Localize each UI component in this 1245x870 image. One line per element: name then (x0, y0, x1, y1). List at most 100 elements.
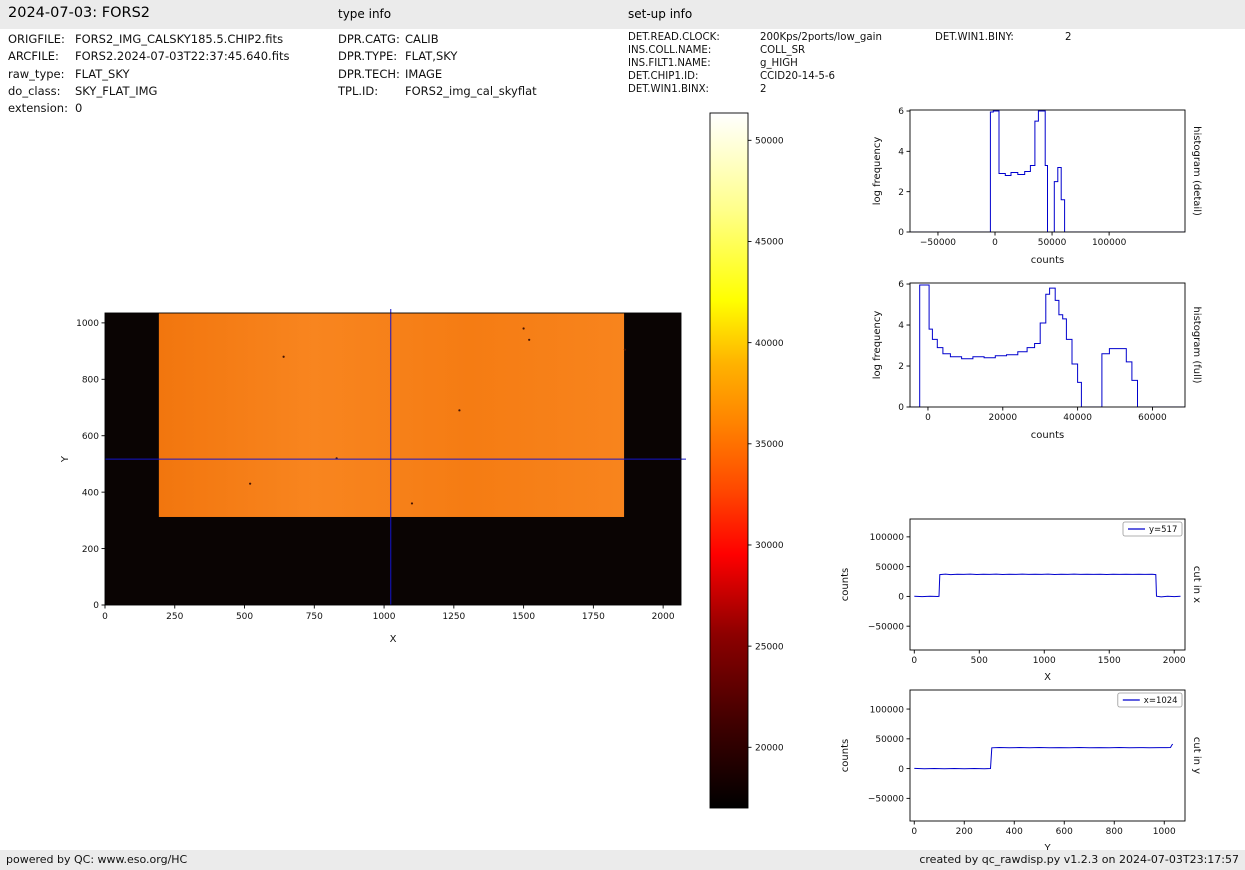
footer-right-text: created by qc_rawdisp.py v1.2.3 on 2024-… (919, 853, 1239, 866)
filt-name-label: INS.FILT1.NAME: (628, 57, 711, 69)
plot-text: cut in y (1191, 737, 1202, 774)
coll-name-row: INS.COLL.NAME: COLL_SR (628, 45, 882, 58)
doclass-value: SKY_FLAT_IMG (75, 83, 158, 98)
read-clock-label: DET.READ.CLOCK: (628, 32, 720, 43)
plot-text: 1000 (1033, 656, 1056, 666)
dpr-tech-value: IMAGE (405, 66, 443, 81)
plot-text: 25000 (755, 642, 784, 652)
type-info-block: DPR.CATG: CALIB DPR.TYPE: FLAT,SKY DPR.TEC… (338, 31, 537, 100)
type-info-heading: type info (338, 7, 392, 21)
plot-text: 30000 (755, 541, 784, 551)
histogram-full-plot: 0 20000 40000 60000 0 2 4 6 counts log frequency h… (872, 280, 1202, 441)
plot-text: −50000 (920, 238, 956, 248)
chip-id-label: DET.CHIP1.ID: (628, 70, 699, 82)
plot-text: histogram (detail) (1191, 126, 1202, 216)
plot-text: 600 (1056, 827, 1073, 837)
rawtype-label: raw_type: (8, 66, 65, 81)
page-title: 2024-07-03: FORS2 (8, 5, 151, 21)
read-clock-value: 200Kps/2ports/low_gain (760, 32, 882, 43)
plot-text: 1500 (512, 612, 535, 622)
plot-text: −50000 (868, 622, 904, 632)
colorbar: 20000 25000 30000 35000 40000 45000 50000 (709, 112, 784, 809)
plot-text: 4 (898, 148, 904, 158)
plot-text: 1750 (582, 612, 605, 622)
plot-text: 800 (82, 375, 99, 385)
biny-row: DET.WIN1.BINY: 2 (935, 32, 1071, 45)
dpr-catg-row: DPR.CATG: CALIB (338, 31, 537, 48)
plot-text: counts (840, 568, 851, 601)
plot-text: log frequency (872, 137, 883, 206)
plot-text: 100000 (870, 533, 905, 543)
plot-text: 0 (898, 765, 904, 775)
dpr-type-label: DPR.TYPE: (338, 49, 398, 64)
dpr-catg-value: CALIB (405, 32, 439, 46)
plot-text: 100000 (1092, 238, 1127, 248)
axes-frame (909, 518, 1186, 651)
binx-row: DET.WIN1.BINX: 2 (628, 84, 882, 97)
origfile-label: ORIGFILE: (8, 32, 65, 46)
plot-text: 400 (1006, 827, 1023, 837)
plot-text: cut in x (1191, 566, 1202, 603)
plot-text: 0 (992, 238, 998, 248)
plot-text: 45000 (755, 238, 784, 248)
plot-text: 200 (956, 827, 973, 837)
plot-text: 40000 (755, 339, 784, 349)
plot-text: X (1044, 672, 1051, 683)
plot-text: 0 (898, 403, 904, 413)
plot-text: 0 (93, 601, 99, 611)
header-bar: 2024-07-03: FORS2 type info set-up info (0, 0, 1245, 29)
plot-text: counts (840, 739, 851, 772)
plot-text: 0 (925, 413, 931, 423)
plot-text: 0 (911, 656, 917, 666)
plot-text: 40000 (1063, 413, 1092, 423)
arcfile-value: FORS2.2024-07-03T22:37:45.640.fits (75, 49, 290, 64)
footer-bar: powered by QC: www.eso.org/HC created by… (0, 850, 1245, 870)
plot-text: −50000 (868, 795, 904, 805)
binx-value: 2 (760, 83, 767, 95)
axes-frame (909, 689, 1186, 822)
biny-value: 2 (1065, 32, 1072, 43)
illuminated-region (158, 313, 625, 517)
plot-text: 35000 (755, 440, 784, 450)
biny-block: DET.WIN1.BINY: 2 (935, 32, 1071, 45)
plot-text: 20000 (988, 413, 1017, 423)
biny-label: DET.WIN1.BINY: (935, 32, 1014, 43)
plot-text: 0 (911, 827, 917, 837)
plot-text: 2 (898, 362, 904, 372)
plot-text: counts (1031, 430, 1064, 441)
plot-text: 800 (1106, 827, 1123, 837)
dpr-type-value: FLAT,SKY (405, 49, 458, 64)
plot-text: 4 (898, 321, 904, 331)
plot-text: 2 (898, 188, 904, 198)
cut-in-y-series (914, 743, 1174, 770)
plot-text: 0 (102, 612, 108, 622)
rawtype-value: FLAT_SKY (75, 66, 130, 81)
plot-text: 500 (236, 612, 253, 622)
plot-text: counts (1031, 255, 1064, 266)
plot-text: 50000 (755, 137, 784, 147)
arcfile-label: ARCFILE: (8, 49, 59, 64)
origfile-value: FORS2_IMG_CALSKY185.5.CHIP2.fits (75, 32, 284, 46)
plot-text: histogram (full) (1191, 306, 1202, 383)
chip-id-value: CCID20-14-5-6 (760, 70, 835, 82)
plot-text: X (390, 634, 397, 645)
extension-label: extension: (8, 101, 68, 116)
plot-text: x=1024 (1144, 696, 1178, 706)
chip-id-row: DET.CHIP1.ID: CCID20-14-5-6 (628, 71, 882, 84)
plot-text: 250 (166, 612, 183, 622)
tpl-id-row: TPL.ID: FORS2_img_cal_skyflat (338, 83, 537, 100)
colorbar-gradient (709, 112, 749, 809)
histogram-detail-plot: −50000 0 50000 100000 0 2 4 6 counts log frequenc… (872, 107, 1202, 266)
extension-row: extension: 0 (8, 100, 289, 117)
plot-text: 1000 (1153, 827, 1176, 837)
plot-text: 200 (82, 545, 99, 555)
plot-text: 1500 (1098, 656, 1121, 666)
plot-text: 400 (82, 488, 99, 498)
rawtype-row: raw_type: FLAT_SKY (8, 66, 289, 83)
doclass-row: do_class: SKY_FLAT_IMG (8, 83, 289, 100)
coll-name-label: INS.COLL.NAME: (628, 44, 712, 56)
plot-text: 500 (971, 656, 988, 666)
axes-frame (909, 282, 1186, 408)
plot-text: 50000 (1038, 238, 1067, 248)
cut-in-x-plot: 0 500 1000 1500 2000 −50000 0 50000 100000 Xcount… (840, 518, 1202, 683)
